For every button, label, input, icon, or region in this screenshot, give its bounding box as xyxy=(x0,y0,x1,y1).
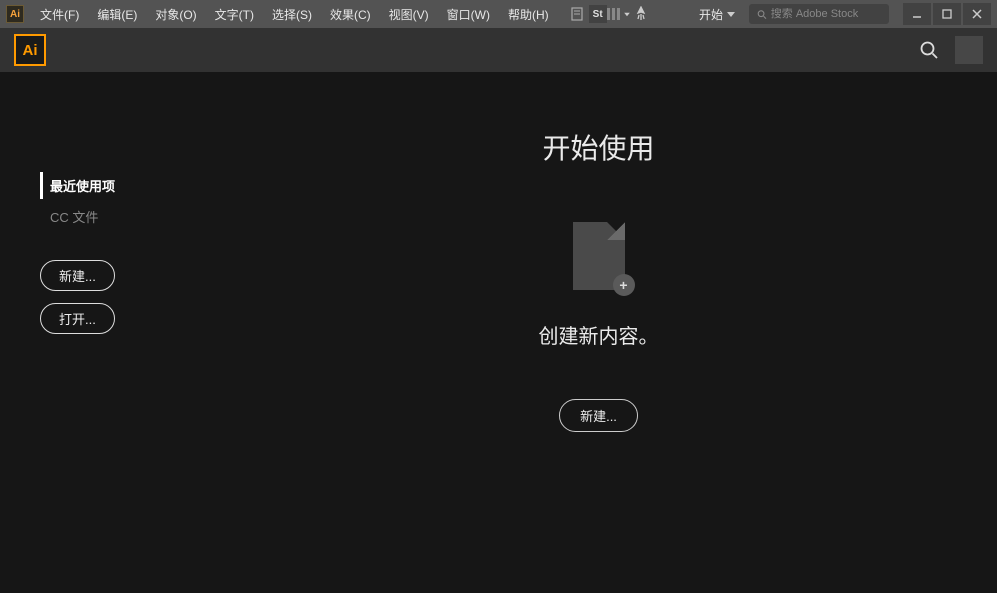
plus-icon: + xyxy=(613,274,635,296)
menu-type[interactable]: 文字(T) xyxy=(207,2,262,27)
open-button[interactable]: 打开... xyxy=(40,303,115,334)
menu-file[interactable]: 文件(F) xyxy=(32,2,87,27)
menubar: Ai 文件(F) 编辑(E) 对象(O) 文字(T) 选择(S) 效果(C) 视… xyxy=(0,0,997,28)
new-button[interactable]: 新建... xyxy=(40,260,115,291)
account-avatar[interactable] xyxy=(955,36,983,64)
chevron-down-icon xyxy=(727,12,735,17)
subtitle: 创建新内容。 xyxy=(539,320,659,349)
menubar-right: 开始 xyxy=(691,3,991,25)
gpu-rocket-icon[interactable] xyxy=(631,5,651,23)
window-controls xyxy=(901,3,991,25)
workspace-label: 开始 xyxy=(699,6,723,23)
search-icon[interactable] xyxy=(919,40,939,60)
maximize-button[interactable] xyxy=(933,3,961,25)
sidebar-item-recent[interactable]: 最近使用项 xyxy=(40,172,170,199)
menu-object[interactable]: 对象(O) xyxy=(147,2,204,27)
app-icon-small: Ai xyxy=(6,5,24,23)
menu-help[interactable]: 帮助(H) xyxy=(500,2,557,27)
new-button-center[interactable]: 新建... xyxy=(559,399,638,432)
page-title: 开始使用 xyxy=(542,127,654,167)
stock-search-input[interactable] xyxy=(771,8,881,20)
new-document-icon: + xyxy=(573,222,625,290)
header-right xyxy=(919,36,983,64)
menu-view[interactable]: 视图(V) xyxy=(381,2,437,27)
app-icon-large: Ai xyxy=(14,34,46,66)
chevron-down-icon xyxy=(624,12,630,16)
doc-tool-icon[interactable] xyxy=(567,5,587,23)
stock-icon[interactable]: St xyxy=(589,5,607,23)
close-button[interactable] xyxy=(963,3,991,25)
search-icon xyxy=(757,9,767,20)
arrange-docs-icon[interactable] xyxy=(609,5,629,23)
center-content: 开始使用 + 创建新内容。 新建... xyxy=(200,72,997,593)
menu-select[interactable]: 选择(S) xyxy=(264,2,320,27)
main-area: 最近使用项 CC 文件 新建... 打开... 开始使用 + 创建新内容。 新建… xyxy=(0,72,997,593)
header-bar: Ai xyxy=(0,28,997,72)
stock-search-box[interactable] xyxy=(749,4,889,24)
minimize-button[interactable] xyxy=(903,3,931,25)
menu-edit[interactable]: 编辑(E) xyxy=(89,2,145,27)
start-sidebar: 最近使用项 CC 文件 新建... 打开... xyxy=(0,72,200,593)
menu-effect[interactable]: 效果(C) xyxy=(322,2,379,27)
menu-window[interactable]: 窗口(W) xyxy=(439,2,498,27)
sidebar-item-cc-files[interactable]: CC 文件 xyxy=(40,203,170,230)
workspace-switcher[interactable]: 开始 xyxy=(691,4,743,25)
sidebar-buttons: 新建... 打开... xyxy=(40,260,170,334)
